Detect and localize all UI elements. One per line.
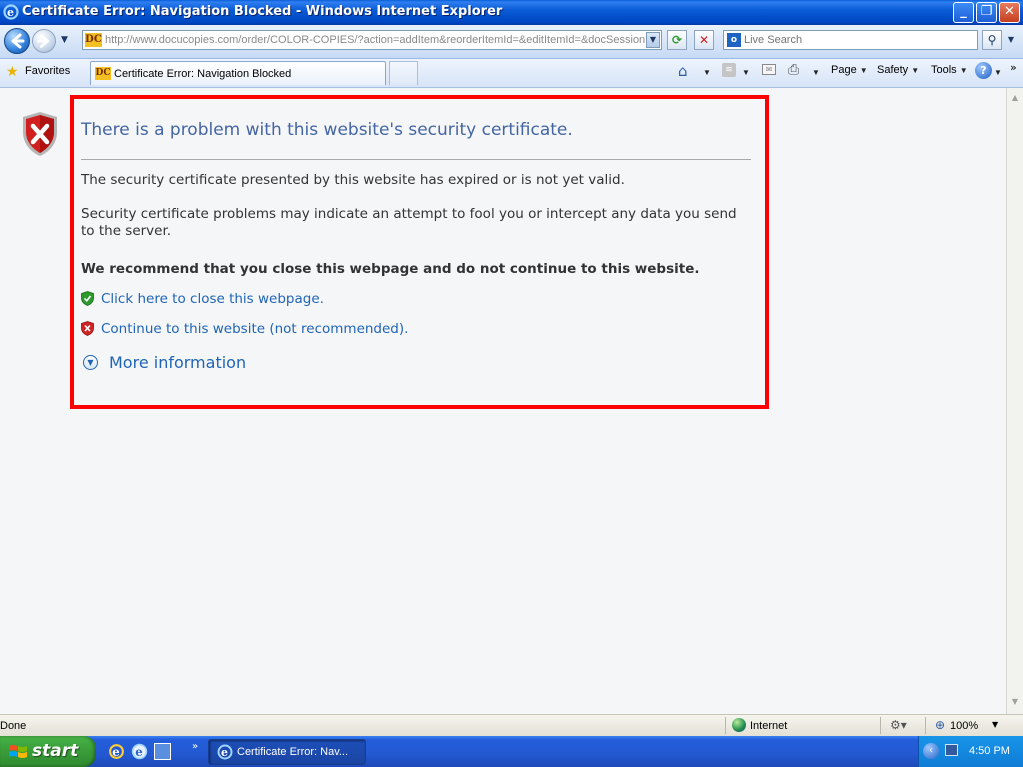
vertical-scrollbar[interactable]: ▲ ▼ bbox=[1006, 88, 1023, 714]
live-search-provider-icon: o bbox=[727, 33, 741, 47]
star-icon[interactable]: ★ bbox=[6, 64, 19, 80]
search-button[interactable]: ⚲ bbox=[982, 30, 1002, 50]
title-divider bbox=[81, 159, 751, 160]
close-window-button[interactable]: ✕ bbox=[999, 2, 1020, 23]
ie-icon[interactable]: e bbox=[131, 743, 148, 760]
address-field[interactable]: DC ▼ bbox=[82, 30, 662, 50]
search-input[interactable] bbox=[744, 32, 969, 48]
protected-mode-icon[interactable]: ⚙▾ bbox=[890, 718, 907, 732]
address-input[interactable] bbox=[105, 32, 645, 48]
start-label: start bbox=[32, 741, 79, 761]
chevron-down-icon: ▼ bbox=[959, 66, 968, 75]
error-description: The security certificate presented by th… bbox=[81, 172, 625, 188]
favorites-tab-bar: ★ Favorites DC Certificate Error: Naviga… bbox=[0, 59, 1023, 88]
site-favicon: DC bbox=[85, 33, 102, 47]
back-arrow-icon bbox=[11, 33, 25, 49]
search-options-dropdown[interactable]: ▼ bbox=[1004, 30, 1018, 50]
svg-text:e: e bbox=[221, 746, 228, 759]
feeds-dropdown[interactable]: ▼ bbox=[742, 68, 750, 77]
green-shield-icon bbox=[81, 291, 94, 306]
refresh-button[interactable]: ⟳ bbox=[667, 30, 687, 50]
error-shield-icon bbox=[23, 112, 57, 156]
page-menu-label: Page bbox=[831, 64, 857, 76]
safety-menu-label: Safety bbox=[877, 64, 909, 76]
mail-icon[interactable]: ✉ bbox=[762, 64, 776, 75]
status-divider bbox=[925, 717, 926, 734]
maximize-button[interactable]: ❐ bbox=[976, 2, 997, 23]
error-title: There is a problem with this website's s… bbox=[81, 120, 573, 140]
network-icon[interactable] bbox=[945, 744, 958, 756]
zoom-icon: ⊕ bbox=[935, 718, 946, 732]
search-field[interactable]: o bbox=[723, 30, 978, 50]
continue-to-website-link[interactable]: Continue to this website (not recommende… bbox=[101, 321, 408, 337]
new-tab-button[interactable] bbox=[389, 61, 418, 85]
chevron-down-icon: ▼ bbox=[911, 66, 920, 75]
favorites-button[interactable]: Favorites bbox=[25, 65, 70, 77]
forward-button[interactable] bbox=[32, 29, 56, 53]
address-toolbar: ▼ DC ▼ ⟳ ✕ o ⚲ ▼ bbox=[0, 25, 1023, 59]
taskbar: start e e » e Certificate Error: Nav... … bbox=[0, 736, 1023, 767]
show-desktop-icon[interactable] bbox=[154, 743, 171, 760]
tray-expand-icon[interactable]: ‹ bbox=[923, 743, 939, 759]
close-webpage-link[interactable]: Click here to close this webpage. bbox=[101, 291, 324, 307]
zoom-level[interactable]: 100% bbox=[950, 720, 978, 732]
taskbar-item-ie[interactable]: e Certificate Error: Nav... bbox=[208, 739, 366, 765]
chevron-down-icon: ▼ bbox=[859, 66, 868, 75]
ie-icon[interactable]: e bbox=[108, 743, 125, 760]
feeds-icon[interactable]: ≋ bbox=[722, 63, 736, 77]
svg-text:e: e bbox=[135, 745, 142, 759]
window-title: Certificate Error: Navigation Blocked - … bbox=[22, 4, 503, 19]
clock[interactable]: 4:50 PM bbox=[969, 745, 1010, 757]
quick-launch-chevron[interactable]: » bbox=[192, 741, 198, 752]
status-bar: Done Internet ⚙▾ ⊕ 100% ▼ bbox=[0, 714, 1023, 736]
scroll-up-arrow[interactable]: ▲ bbox=[1007, 90, 1023, 106]
stop-button[interactable]: ✕ bbox=[694, 30, 714, 50]
status-divider bbox=[880, 717, 881, 734]
stop-icon: ✕ bbox=[698, 33, 710, 47]
safety-menu[interactable]: Safety ▼ bbox=[877, 64, 919, 76]
tools-menu-label: Tools bbox=[931, 64, 957, 76]
taskbar-item-label: Certificate Error: Nav... bbox=[237, 746, 349, 758]
toolbar-overflow-chevron[interactable]: » bbox=[1010, 61, 1017, 74]
red-shield-icon bbox=[81, 321, 94, 336]
ie-icon: e bbox=[3, 4, 19, 20]
refresh-icon: ⟳ bbox=[671, 33, 683, 47]
error-recommendation: We recommend that you close this webpage… bbox=[81, 261, 700, 277]
home-icon[interactable]: ⌂ bbox=[678, 62, 688, 80]
back-button[interactable] bbox=[4, 28, 30, 54]
print-icon[interactable]: ⎙ bbox=[788, 62, 799, 78]
home-dropdown[interactable]: ▼ bbox=[703, 68, 711, 77]
help-dropdown[interactable]: ▼ bbox=[994, 68, 1002, 77]
svg-text:e: e bbox=[112, 745, 119, 759]
print-dropdown[interactable]: ▼ bbox=[812, 68, 820, 77]
scroll-down-arrow[interactable]: ▼ bbox=[1007, 694, 1023, 710]
status-divider bbox=[725, 717, 726, 734]
tab-favicon: DC bbox=[95, 67, 111, 80]
recent-pages-dropdown[interactable]: ▼ bbox=[61, 35, 68, 45]
more-information-link[interactable]: More information bbox=[109, 353, 246, 372]
zoom-dropdown[interactable]: ▼ bbox=[992, 720, 998, 729]
page-menu[interactable]: Page ▼ bbox=[831, 64, 868, 76]
svg-text:e: e bbox=[7, 6, 14, 19]
security-zone[interactable]: Internet bbox=[750, 720, 787, 732]
globe-icon bbox=[732, 718, 746, 732]
start-button[interactable]: start bbox=[0, 736, 96, 767]
tools-menu[interactable]: Tools ▼ bbox=[931, 64, 968, 76]
address-dropdown-button[interactable]: ▼ bbox=[646, 32, 660, 48]
tab-certificate-error[interactable]: DC Certificate Error: Navigation Blocked bbox=[90, 61, 386, 85]
windows-flag-icon bbox=[9, 745, 27, 758]
error-warning: Security certificate problems may indica… bbox=[81, 206, 737, 239]
ie-icon: e bbox=[217, 744, 233, 760]
minimize-button[interactable]: _ bbox=[953, 2, 974, 23]
status-text: Done bbox=[0, 720, 27, 732]
expand-icon[interactable]: ▼ bbox=[83, 355, 98, 370]
forward-arrow-icon bbox=[37, 34, 50, 48]
window-title-bar[interactable]: e Certificate Error: Navigation Blocked … bbox=[0, 0, 1023, 25]
tab-title: Certificate Error: Navigation Blocked bbox=[114, 68, 292, 80]
help-icon[interactable]: ? bbox=[975, 62, 992, 79]
search-icon: ⚲ bbox=[987, 33, 997, 47]
system-tray: ‹ 4:50 PM bbox=[918, 736, 1023, 767]
